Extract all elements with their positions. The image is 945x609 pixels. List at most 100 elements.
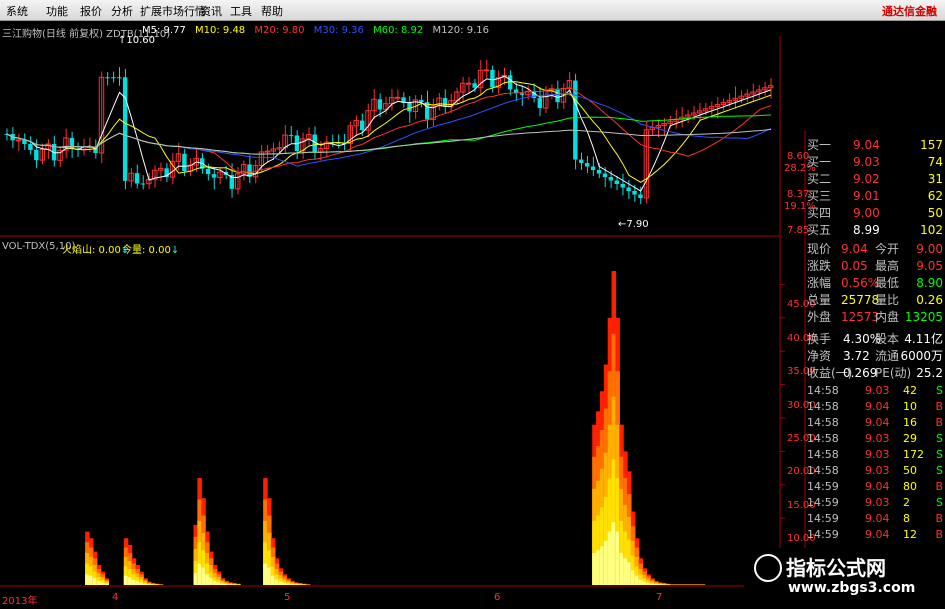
- volume-bar: [627, 562, 632, 585]
- fund-value: 3.72: [843, 349, 870, 363]
- tick-row: 14:58 9.04 10 B: [805, 399, 945, 415]
- stat-label: 涨跌: [807, 259, 832, 273]
- stat-value: 0.56%: [841, 276, 880, 290]
- menu-tools[interactable]: 工具: [230, 3, 252, 19]
- stat-value: 9.00: [916, 242, 943, 256]
- stat-row: 涨幅 0.56% 最低 8.90: [805, 275, 945, 292]
- volume-bar: [611, 522, 617, 585]
- tick-time: 14:58: [807, 448, 839, 461]
- candle-body: [596, 170, 602, 174]
- tick-row: 14:59 9.04 80 B: [805, 479, 945, 495]
- tick-row: 14:59 9.04 8 B: [805, 511, 945, 527]
- menu-analysis[interactable]: 分析: [111, 3, 133, 19]
- stat-label: 今开: [875, 242, 900, 256]
- tick-time: 14:58: [807, 432, 839, 445]
- tick-volume: 10: [903, 400, 917, 413]
- stat-value: 25778: [841, 293, 880, 307]
- volume-bar: [220, 583, 226, 585]
- volume-bar: [201, 567, 206, 585]
- stat-label: 总量: [807, 293, 832, 307]
- stat-label: 现价: [807, 242, 832, 256]
- bid-volume: 157: [920, 138, 943, 152]
- volume-bar: [212, 580, 218, 585]
- tick-row: 14:58 9.03 29 S: [805, 431, 945, 447]
- bid-label: 买一: [807, 138, 832, 152]
- tick-volume: 29: [903, 432, 917, 445]
- candle-body: [614, 180, 619, 184]
- stat-value: 13205: [904, 310, 943, 324]
- volume-bar: [658, 584, 663, 585]
- tick-volume: 50: [903, 464, 917, 477]
- volume-bar: [228, 584, 233, 585]
- chart-canvas[interactable]: [0, 21, 945, 609]
- volume-bar: [599, 546, 605, 585]
- x-axis-label: 5: [284, 592, 291, 603]
- volume-bar: [596, 550, 601, 585]
- high-marker: ↑10.60: [118, 35, 155, 46]
- bid-row: 买三 9.01 62: [805, 188, 945, 205]
- menu-news[interactable]: 资讯: [200, 3, 222, 19]
- candle-body: [620, 184, 625, 188]
- tick-side: S: [936, 448, 943, 461]
- tick-volume: 172: [903, 448, 924, 461]
- stat-value: 0.05: [841, 259, 868, 273]
- menu-quote[interactable]: 报价: [80, 3, 102, 19]
- menu-help[interactable]: 帮助: [261, 3, 283, 19]
- bid-price: 9.00: [853, 206, 880, 220]
- tick-volume: 2: [903, 496, 910, 509]
- candle-body: [264, 150, 271, 153]
- fund-label: 流通: [875, 349, 900, 363]
- fund-row: 换手 4.30% 股本 4.11亿: [805, 331, 945, 348]
- tick-row: 14:58 9.03 50 S: [805, 463, 945, 479]
- volume-bar: [623, 558, 628, 585]
- bid-row: 买五 8.99 102: [805, 222, 945, 239]
- volume-bar: [139, 582, 144, 585]
- tick-side: S: [936, 464, 943, 477]
- quote-panel: 买一 9.04 157 买一 9.03 74 买二 9.02 31 买三 9.01 62 买四 9.00 5…: [805, 137, 945, 607]
- tick-price: 9.04: [865, 528, 890, 541]
- tick-row: 14:58 9.03 42 S: [805, 383, 945, 399]
- volume-bar: [294, 584, 299, 585]
- menu-system[interactable]: 系统: [6, 3, 28, 19]
- volume-bar: [143, 583, 148, 585]
- bid-label: 买五: [807, 223, 832, 237]
- stat-label: 量比: [875, 293, 900, 307]
- kline-chart[interactable]: 三江购物(日线 前复权) ZDTB(11,10) M5: 9.77 M10: 9…: [0, 21, 945, 609]
- tick-time: 14:59: [807, 528, 839, 541]
- candle-body: [590, 166, 596, 170]
- stat-label: 内盘: [875, 310, 900, 324]
- fund-value: 25.2: [916, 366, 943, 380]
- tick-volume: 8: [903, 512, 910, 525]
- stat-value: 9.05: [916, 259, 943, 273]
- menu-ext-market[interactable]: 扩展市场行情: [140, 3, 206, 19]
- bid-row: 买一 9.04 157: [805, 137, 945, 154]
- candle-body: [105, 77, 110, 79]
- stat-value: 12573: [841, 310, 880, 324]
- ma30-label: M30: 9.36: [313, 25, 364, 36]
- volume-bars: [85, 271, 706, 585]
- bid-label: 买三: [807, 189, 832, 203]
- watermark-url: www.zbgs3.com: [788, 580, 916, 596]
- menu-function[interactable]: 功能: [46, 3, 68, 19]
- tick-price: 9.04: [865, 512, 890, 525]
- volume-bar: [85, 574, 90, 585]
- tick-volume: 16: [903, 416, 917, 429]
- moving-average-lines: [6, 75, 772, 192]
- stat-label: 外盘: [807, 310, 832, 324]
- ma10-label: M10: 9.48: [195, 25, 246, 36]
- menu-bar: 系统 功能 报价 分析 扩展市场行情 资讯 工具 帮助 通达信金融: [0, 0, 945, 21]
- volume-bar: [131, 579, 137, 585]
- volume-bar: [274, 579, 280, 585]
- ma-line: [6, 128, 772, 155]
- bid-label: 买一: [807, 155, 832, 169]
- arrow-down-icon: ↓: [170, 245, 180, 256]
- volume-bar: [642, 581, 647, 585]
- tick-side: B: [935, 528, 943, 541]
- bid-volume: 62: [927, 189, 943, 203]
- candle-body: [555, 88, 560, 103]
- volume-axis-ticks: [780, 283, 785, 553]
- volume-bar: [630, 570, 636, 585]
- stat-row: 总量 25778 量比 0.26: [805, 292, 945, 309]
- tick-side: S: [936, 384, 943, 397]
- tick-price: 9.03: [865, 496, 890, 509]
